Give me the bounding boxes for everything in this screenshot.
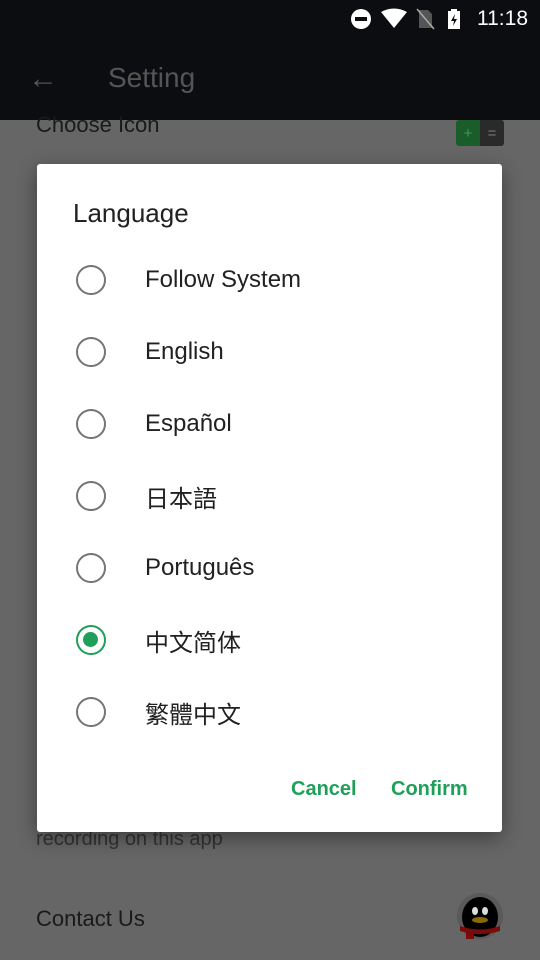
option-portugues[interactable]: Português xyxy=(37,532,502,604)
radio-button[interactable] xyxy=(76,697,106,727)
radio-button[interactable] xyxy=(76,553,106,583)
battery-charging-icon xyxy=(448,9,460,29)
equals-icon: = xyxy=(480,120,504,146)
status-icons xyxy=(351,8,460,30)
language-dialog: Language Follow System English Español 日… xyxy=(37,164,502,832)
option-label: 日本語 xyxy=(145,485,217,513)
option-label: Español xyxy=(145,410,232,437)
choose-icon-label: Choose Icon xyxy=(36,112,160,137)
status-bar: 11:18 xyxy=(0,0,540,38)
app-icon-preview[interactable]: + = xyxy=(456,120,504,146)
option-label: English xyxy=(145,338,224,365)
contact-us-label[interactable]: Contact Us xyxy=(36,906,145,932)
option-english[interactable]: English xyxy=(37,316,502,388)
option-simplified-chinese[interactable]: 中文简体 xyxy=(37,604,502,676)
page-title: Setting xyxy=(108,62,196,93)
app-bar: ← Setting xyxy=(0,38,540,120)
option-espanol[interactable]: Español xyxy=(37,388,502,460)
plus-icon: + xyxy=(456,120,480,146)
option-traditional-chinese[interactable]: 繁體中文 xyxy=(37,676,502,748)
back-arrow-icon[interactable]: ← xyxy=(28,62,58,96)
radio-button[interactable] xyxy=(76,481,106,511)
option-japanese[interactable]: 日本語 xyxy=(37,460,502,532)
no-sim-icon xyxy=(416,8,435,30)
radio-button-selected[interactable] xyxy=(76,625,106,655)
do-not-disturb-icon xyxy=(351,9,371,29)
radio-button[interactable] xyxy=(76,409,106,439)
qq-penguin-icon[interactable] xyxy=(456,893,504,941)
option-label: Português xyxy=(145,554,255,581)
option-follow-system[interactable]: Follow System xyxy=(37,244,502,316)
clock: 11:18 xyxy=(477,7,528,30)
radio-button[interactable] xyxy=(76,337,106,367)
option-label: 繁體中文 xyxy=(145,701,241,729)
dialog-title: Language xyxy=(73,198,189,228)
cancel-button[interactable]: Cancel xyxy=(291,778,357,801)
wifi-icon xyxy=(381,8,407,28)
option-label: 中文简体 xyxy=(145,629,241,657)
option-label: Follow System xyxy=(145,266,302,293)
radio-button[interactable] xyxy=(76,265,106,295)
confirm-button[interactable]: Confirm xyxy=(391,778,468,801)
